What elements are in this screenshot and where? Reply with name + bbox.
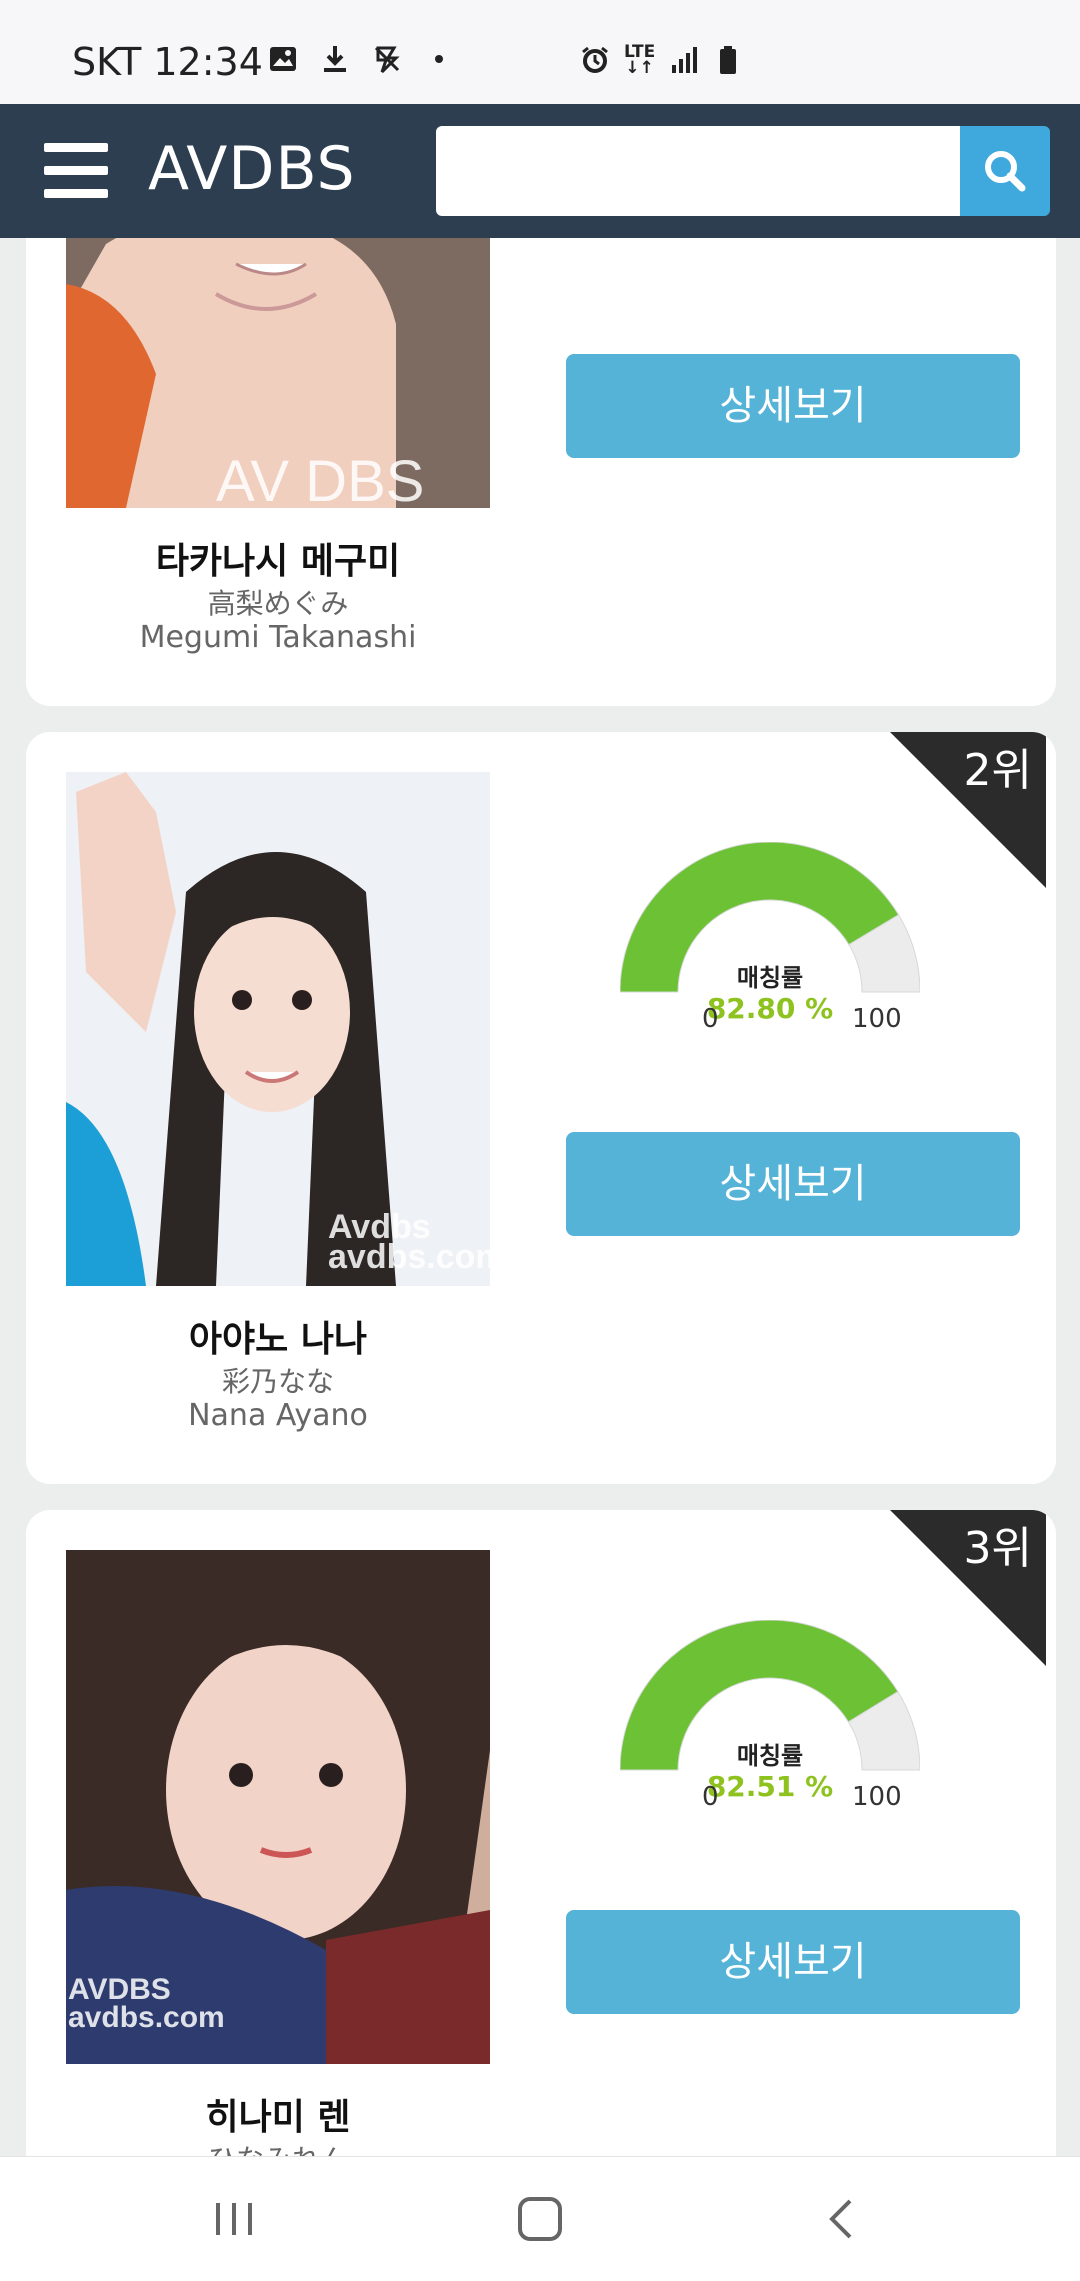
actress-name-japanese: ひなみれん <box>26 2138 530 2156</box>
actress-photo[interactable]: AVDBS avdbs.com <box>66 1550 490 2064</box>
alarm-icon <box>582 46 608 73</box>
results-list[interactable]: AV DBS 타카나시 메구미 高梨めぐみ Megumi Takanashi 상… <box>0 238 1080 2156</box>
result-card: AV DBS 타카나시 메구미 高梨めぐみ Megumi Takanashi 상… <box>26 238 1056 706</box>
app-header: AVDBS <box>0 104 1080 238</box>
search-icon <box>985 151 1026 192</box>
match-label: 매칭률 <box>736 1742 804 1770</box>
no-data-icon <box>374 46 400 74</box>
status-bar: SKT 12:34 LTE ↓↑ <box>0 0 1080 104</box>
photo-watermark: AVDBS avdbs.com <box>68 1973 225 2034</box>
gauge-min: 0 <box>702 1004 719 1034</box>
match-label: 매칭률 <box>736 964 804 992</box>
gauge-min: 0 <box>702 1782 719 1812</box>
menu-button[interactable] <box>44 143 108 199</box>
actress-name-korean: 히나미 렌 <box>205 2097 351 2138</box>
photo-watermark: Avdbs avdbs.com <box>328 1208 490 1276</box>
status-time: SKT 12:34 <box>72 40 263 84</box>
detail-button[interactable]: 상세보기 <box>566 1132 1020 1236</box>
site-logo[interactable]: AVDBS <box>148 134 356 204</box>
download-icon <box>324 46 346 72</box>
actress-name-korean: 아야노 나나 <box>188 1319 368 1360</box>
gallery-icon <box>270 47 296 71</box>
back-icon[interactable] <box>812 2191 872 2247</box>
menu-icon <box>44 143 108 152</box>
signal-icon <box>672 47 698 73</box>
search-button[interactable] <box>960 126 1050 216</box>
detail-button[interactable]: 상세보기 <box>566 1910 1020 2014</box>
battery-icon <box>720 46 737 74</box>
recent-apps-icon[interactable] <box>208 2191 268 2247</box>
rank-label: 3위 <box>963 1523 1032 1574</box>
actress-name-korean: 타카나시 메구미 <box>155 541 401 582</box>
system-navigation-bar <box>0 2156 1080 2281</box>
actress-name-english: Nana Ayano <box>188 1398 368 1433</box>
gauge-max: 100 <box>852 1004 902 1034</box>
gauge-max: 100 <box>852 1782 902 1812</box>
actress-name-japanese: 彩乃なな <box>221 1365 334 1398</box>
lte-icon: LTE ↓↑ <box>624 42 656 78</box>
actress-photo[interactable]: AV DBS <box>66 238 490 508</box>
dot-icon <box>435 55 443 63</box>
actress-photo[interactable]: Avdbs avdbs.com <box>66 772 490 1286</box>
result-card: 2위 Avdbs avdbs.com 매칭률 82.80 % 0 100 상세보… <box>26 732 1056 1484</box>
rank-label: 2위 <box>963 745 1032 796</box>
search-input[interactable] <box>436 126 960 216</box>
actress-name-japanese: 高梨めぐみ <box>207 587 349 620</box>
detail-button[interactable]: 상세보기 <box>566 354 1020 458</box>
actress-name-english: Megumi Takanashi <box>139 620 417 655</box>
photo-watermark: AV DBS <box>216 449 425 508</box>
home-icon[interactable] <box>510 2191 570 2247</box>
result-card: 3위 AVDBS avdbs.com 매칭률 82.51 % 0 100 상세보… <box>26 1510 1056 2156</box>
